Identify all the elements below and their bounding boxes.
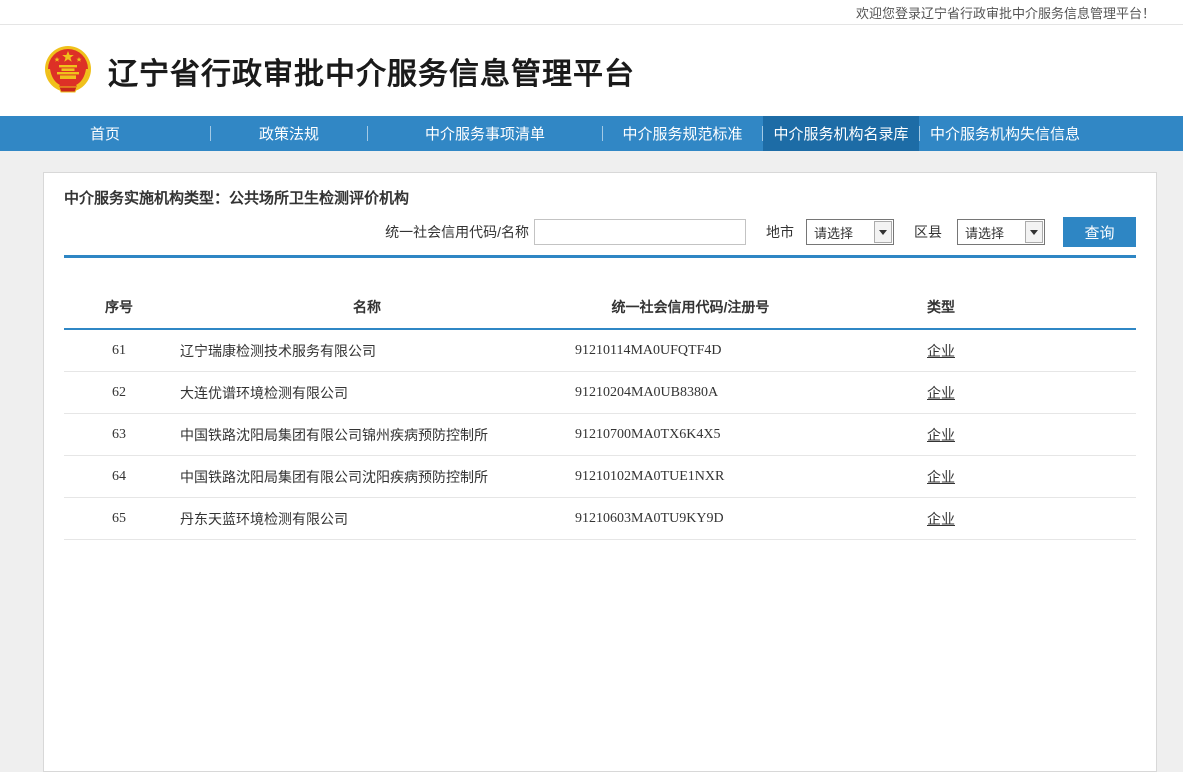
row-no: 63 — [64, 427, 174, 443]
main-nav: 首页 政策法规 中介服务事项清单 中介服务规范标准 中介服务机构名录库 中介服务… — [0, 116, 1183, 151]
row-code: 91210204MA0UB8380A — [560, 385, 821, 401]
city-label: 地市 — [766, 222, 794, 242]
table-header-row: 序号 名称 统一社会信用代码/注册号 类型 — [64, 286, 1136, 330]
row-type-link[interactable]: 企业 — [927, 469, 955, 485]
row-code: 91210114MA0UFQTF4D — [560, 343, 821, 359]
nav-item-agency-directory[interactable]: 中介服务机构名录库 — [763, 116, 919, 151]
district-select[interactable]: 请选择 — [957, 219, 1045, 245]
row-type-link[interactable]: 企业 — [927, 511, 955, 527]
table-row: 62 大连优谱环境检测有限公司 91210204MA0UB8380A 企业 — [64, 372, 1136, 414]
row-no: 62 — [64, 385, 174, 401]
search-button[interactable]: 查询 — [1063, 217, 1136, 247]
table-row: 64 中国铁路沈阳局集团有限公司沈阳疾病预防控制所 91210102MA0TUE… — [64, 456, 1136, 498]
nav-item-service-list[interactable]: 中介服务事项清单 — [368, 116, 602, 151]
row-no: 65 — [64, 511, 174, 527]
nav-item-policies[interactable]: 政策法规 — [211, 116, 367, 151]
nav-item-dishonesty-info[interactable]: 中介服务机构失信信息 — [920, 116, 1090, 151]
city-select-value: 请选择 — [807, 223, 853, 242]
content-card: 中介服务实施机构类型：公共场所卫生检测评价机构 统一社会信用代码/名称 地市 请… — [43, 172, 1157, 772]
dropdown-arrow-icon — [1025, 221, 1043, 243]
row-no: 61 — [64, 343, 174, 359]
row-name: 辽宁瑞康检测技术服务有限公司 — [174, 341, 560, 361]
dropdown-arrow-icon — [874, 221, 892, 243]
table-row: 65 丹东天蓝环境检测有限公司 91210603MA0TU9KY9D 企业 — [64, 498, 1136, 540]
header-type: 类型 — [821, 297, 1061, 317]
agency-table: 序号 名称 统一社会信用代码/注册号 类型 61 辽宁瑞康检测技术服务有限公司 … — [64, 286, 1136, 540]
search-area: 统一社会信用代码/名称 地市 请选择 区县 请选择 查询 — [64, 217, 1136, 258]
header-no: 序号 — [64, 297, 174, 317]
nav-item-standards[interactable]: 中介服务规范标准 — [603, 116, 762, 151]
row-name: 中国铁路沈阳局集团有限公司沈阳疾病预防控制所 — [174, 467, 560, 487]
row-code: 91210700MA0TX6K4X5 — [560, 427, 821, 443]
row-code: 91210603MA0TU9KY9D — [560, 511, 821, 527]
row-type-link[interactable]: 企业 — [927, 343, 955, 359]
district-select-value: 请选择 — [958, 223, 1004, 242]
section-title: 中介服务实施机构类型：公共场所卫生检测评价机构 — [64, 189, 1136, 209]
table-row: 61 辽宁瑞康检测技术服务有限公司 91210114MA0UFQTF4D 企业 — [64, 330, 1136, 372]
row-name: 丹东天蓝环境检测有限公司 — [174, 509, 560, 529]
row-name: 中国铁路沈阳局集团有限公司锦州疾病预防控制所 — [174, 425, 560, 445]
welcome-bar: 欢迎您登录辽宁省行政审批中介服务信息管理平台！ — [0, 0, 1183, 25]
row-type-link[interactable]: 企业 — [927, 385, 955, 401]
row-type-link[interactable]: 企业 — [927, 427, 955, 443]
national-emblem-icon — [44, 43, 92, 99]
row-name: 大连优谱环境检测有限公司 — [174, 383, 560, 403]
row-no: 64 — [64, 469, 174, 485]
header-code: 统一社会信用代码/注册号 — [560, 297, 821, 317]
welcome-text: 欢迎您登录辽宁省行政审批中介服务信息管理平台！ — [856, 3, 1155, 22]
row-code: 91210102MA0TUE1NXR — [560, 469, 821, 485]
city-select[interactable]: 请选择 — [806, 219, 894, 245]
credit-code-label: 统一社会信用代码/名称 — [385, 222, 529, 242]
header-name: 名称 — [174, 297, 560, 317]
credit-code-input[interactable] — [534, 219, 746, 245]
nav-filler — [1090, 116, 1183, 151]
site-header: 辽宁省行政审批中介服务信息管理平台 — [0, 25, 1183, 116]
nav-item-home[interactable]: 首页 — [0, 116, 210, 151]
table-row: 63 中国铁路沈阳局集团有限公司锦州疾病预防控制所 91210700MA0TX6… — [64, 414, 1136, 456]
district-label: 区县 — [914, 222, 942, 242]
page-title: 辽宁省行政审批中介服务信息管理平台 — [108, 49, 635, 93]
